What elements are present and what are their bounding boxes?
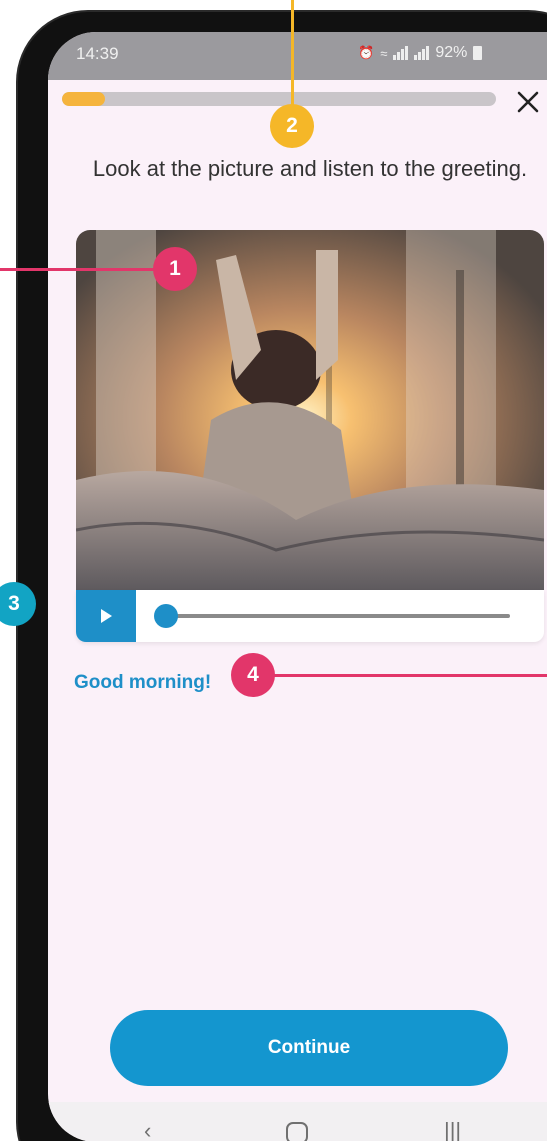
- android-nav-bar: ‹ |||: [48, 1102, 547, 1141]
- recents-icon[interactable]: |||: [444, 1118, 461, 1141]
- status-icons: ⏰ ≈ 92%: [358, 44, 483, 62]
- continue-button[interactable]: Continue: [110, 1010, 508, 1086]
- lesson-progress-bar: [62, 92, 496, 106]
- greeting-text: Good morning!: [74, 672, 212, 693]
- home-icon[interactable]: [286, 1122, 308, 1141]
- lesson-progress-fill: [62, 92, 106, 106]
- callout-1-line: [0, 268, 160, 271]
- battery-percent: 92%: [435, 44, 468, 61]
- audio-seek-track[interactable]: [166, 614, 510, 618]
- play-icon: [100, 609, 112, 623]
- close-icon[interactable]: [516, 90, 540, 114]
- callout-2-line: [291, 0, 294, 108]
- annotated-screenshot: 14:39 ⏰ ≈ 92% Look at the picture and li…: [0, 0, 547, 1141]
- status-bar: 14:39 ⏰ ≈ 92%: [48, 32, 547, 80]
- callout-1-badge: 1: [153, 247, 197, 291]
- audio-seek-handle[interactable]: [154, 604, 178, 628]
- battery-icon: [473, 46, 483, 60]
- audio-player: [76, 590, 544, 642]
- back-icon[interactable]: ‹: [144, 1118, 151, 1141]
- signal-icon-2: [414, 46, 430, 60]
- wifi-icon: ≈: [380, 45, 388, 61]
- phone-frame: 14:39 ⏰ ≈ 92% Look at the picture and li…: [18, 12, 547, 1141]
- play-button[interactable]: [76, 590, 136, 642]
- instruction-text: Look at the picture and listen to the gr…: [92, 156, 528, 181]
- alarm-icon: ⏰: [358, 45, 375, 60]
- lesson-photo: [76, 230, 544, 590]
- status-time: 14:39: [76, 44, 119, 63]
- callout-2-badge: 2: [270, 104, 314, 148]
- callout-4-badge: 4: [231, 653, 275, 697]
- app-screen: 14:39 ⏰ ≈ 92% Look at the picture and li…: [48, 32, 547, 1141]
- callout-4-line: [270, 674, 547, 677]
- signal-icon: [393, 46, 409, 60]
